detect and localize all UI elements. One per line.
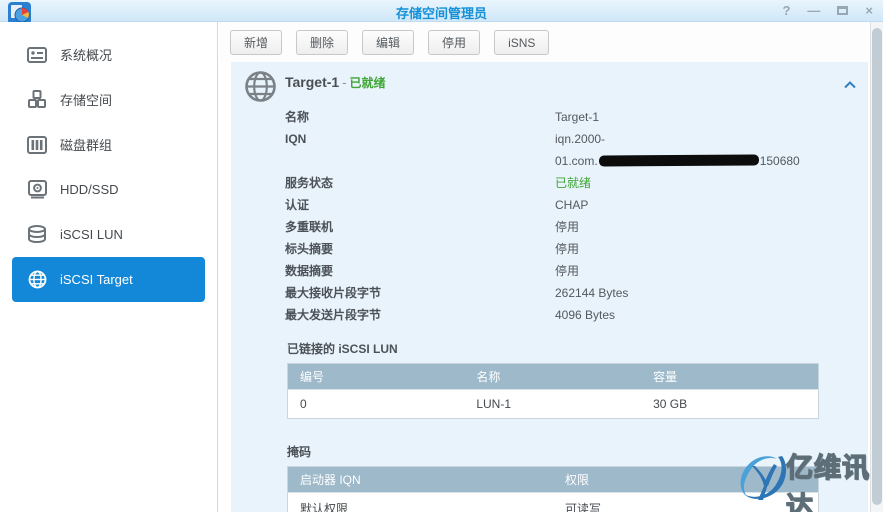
mapped-lun-table: 编号 名称 容量 0 LUN-1 30 GB (287, 363, 819, 419)
disable-button[interactable]: 停用 (428, 30, 480, 55)
sidebar-item-label: iSCSI Target (60, 272, 133, 287)
toolbar: 新增 删除 编辑 停用 iSNS (219, 22, 870, 62)
field-value: 停用 (555, 238, 579, 260)
iscsi-target-icon (26, 269, 48, 291)
minimize-icon[interactable]: — (807, 0, 820, 22)
isns-button[interactable]: iSNS (494, 30, 549, 55)
field-row-authentication: 认证 CHAP (285, 194, 868, 216)
field-label: 多重联机 (285, 216, 555, 238)
system-overview-icon (26, 44, 48, 66)
mask-permission-cell: 可读写 (553, 493, 819, 512)
field-label: 认证 (285, 194, 555, 216)
help-icon[interactable]: ? (782, 0, 790, 22)
target-detail-panel: Target-1-已就绪 名称 Target-1 IQN iqn.2000- 0… (231, 62, 868, 512)
window-title: 存储空间管理员 (0, 3, 883, 22)
sidebar: 系统概况 存储空间 磁盘群组 HDD/SSD iSCSI LUN (0, 22, 218, 512)
lun-capacity-cell: 30 GB (641, 390, 818, 419)
redaction-mark (599, 155, 759, 167)
mask-section-title: 掩码 (287, 443, 868, 460)
field-value: 已就绪 (555, 172, 591, 194)
field-label: IQN (285, 128, 555, 172)
title-separator: - (339, 75, 349, 90)
sidebar-item-hdd-ssd[interactable]: HDD/SSD (12, 167, 205, 212)
target-fields: 名称 Target-1 IQN iqn.2000- 01.com.150680 … (231, 106, 868, 326)
hdd-ssd-icon (26, 179, 48, 201)
field-value: Target-1 (555, 106, 599, 128)
close-icon[interactable]: × (865, 0, 873, 22)
lun-table-row[interactable]: 0 LUN-1 30 GB (288, 390, 819, 419)
window-controls: ? — × (782, 0, 873, 22)
sidebar-item-system-overview[interactable]: 系统概况 (12, 32, 205, 77)
field-row-name: 名称 Target-1 (285, 106, 868, 128)
iqn-line1: iqn.2000- (555, 132, 605, 146)
target-status-badge: 已就绪 (350, 76, 386, 90)
mask-col-initiator-iqn[interactable]: 启动器 IQN (288, 467, 554, 493)
field-label: 标头摘要 (285, 238, 555, 260)
sidebar-item-iscsi-target[interactable]: iSCSI Target (12, 257, 205, 302)
field-row-iqn: IQN iqn.2000- 01.com. 150680 (285, 128, 868, 172)
sidebar-item-label: iSCSI LUN (60, 227, 123, 242)
field-label: 数据摘要 (285, 260, 555, 282)
content-area: 新增 删除 编辑 停用 iSNS Target-1-已就绪 名称 (219, 22, 870, 512)
lun-col-name[interactable]: 名称 (464, 364, 641, 390)
field-row-multiple-sessions: 多重联机 停用 (285, 216, 868, 238)
mapped-lun-section-title: 已链接的 iSCSI LUN (287, 340, 868, 357)
field-label: 最大接收片段字节 (285, 282, 555, 304)
delete-button[interactable]: 删除 (296, 30, 348, 55)
field-value: 262144 Bytes (555, 282, 628, 304)
mask-table-row[interactable]: 默认权限 可读写 (288, 493, 819, 512)
storage-volume-icon (26, 89, 48, 111)
mask-initiator-cell: 默认权限 (288, 493, 554, 512)
lun-number-cell: 0 (288, 390, 465, 419)
titlebar: 存储空间管理员 ? — × (0, 0, 883, 22)
field-row-header-digest: 标头摘要 停用 (285, 238, 868, 260)
mask-table: 启动器 IQN 权限 默认权限 可读写 (287, 466, 819, 512)
scrollbar-thumb[interactable] (872, 28, 882, 505)
collapse-chevron-up-icon[interactable] (844, 76, 856, 94)
field-value: 停用 (555, 260, 579, 282)
lun-name-cell: LUN-1 (464, 390, 641, 419)
sidebar-item-storage-volume[interactable]: 存储空间 (12, 77, 205, 122)
lun-col-capacity[interactable]: 容量 (641, 364, 818, 390)
field-label: 名称 (285, 106, 555, 128)
field-value: 4096 Bytes (555, 304, 615, 326)
field-label: 最大发送片段字节 (285, 304, 555, 326)
storage-manager-window: 存储空间管理员 ? — × 系统概况 存储空间 磁盘群组 (0, 0, 883, 512)
iscsi-lun-icon (26, 224, 48, 246)
target-globe-icon (244, 70, 277, 108)
sidebar-item-label: 磁盘群组 (60, 135, 112, 154)
field-label: 服务状态 (285, 172, 555, 194)
sidebar-item-label: HDD/SSD (60, 182, 119, 197)
iqn-line2-prefix: 01.com. (555, 154, 598, 168)
iqn-line2-suffix: 150680 (760, 154, 800, 168)
field-value: CHAP (555, 194, 588, 216)
field-row-service-status: 服务状态 已就绪 (285, 172, 868, 194)
mask-col-permission[interactable]: 权限 (553, 467, 819, 493)
sidebar-item-disk-group[interactable]: 磁盘群组 (12, 122, 205, 167)
mask-table-header-row: 启动器 IQN 权限 (288, 467, 819, 493)
field-row-data-digest: 数据摘要 停用 (285, 260, 868, 282)
field-row-max-receive-segment: 最大接收片段字节 262144 Bytes (285, 282, 868, 304)
disk-group-icon (26, 134, 48, 156)
target-name: Target-1 (285, 74, 339, 90)
sidebar-item-iscsi-lun[interactable]: iSCSI LUN (12, 212, 205, 257)
lun-col-number[interactable]: 编号 (288, 364, 465, 390)
sidebar-item-label: 存储空间 (60, 90, 112, 109)
field-row-max-send-segment: 最大发送片段字节 4096 Bytes (285, 304, 868, 326)
field-value-iqn: iqn.2000- 01.com. 150680 (555, 128, 800, 172)
field-value: 停用 (555, 216, 579, 238)
add-button[interactable]: 新增 (230, 30, 282, 55)
target-panel-header[interactable]: Target-1-已就绪 (231, 62, 868, 106)
target-title: Target-1-已就绪 (285, 74, 386, 91)
maximize-icon[interactable] (837, 0, 848, 22)
vertical-scrollbar[interactable] (870, 22, 883, 512)
lun-table-header-row: 编号 名称 容量 (288, 364, 819, 390)
sidebar-item-label: 系统概况 (60, 45, 112, 64)
edit-button[interactable]: 编辑 (362, 30, 414, 55)
